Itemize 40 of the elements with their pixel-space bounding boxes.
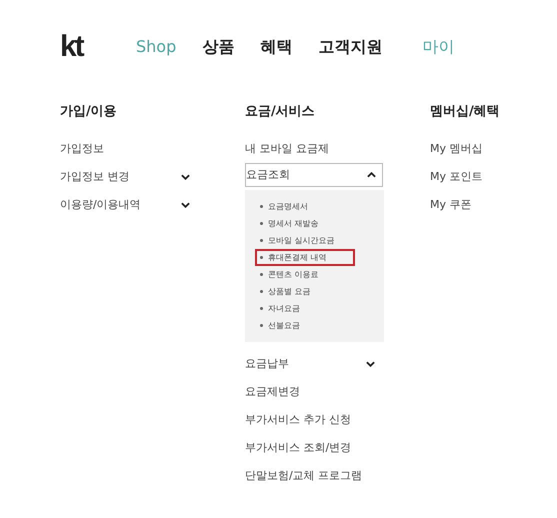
bullet-icon [260,222,263,225]
bullet-icon [260,256,263,259]
column-heading: 가입/이용 [60,103,117,121]
menu-link[interactable]: My 포인트 [430,163,482,191]
nav-link[interactable]: 고객지원 [318,36,382,58]
submenu-link[interactable]: 휴대폰결제 내역 [255,249,355,266]
menu-link[interactable]: 내 모바일 요금제 [245,135,329,163]
logo[interactable]: kt [60,30,136,64]
menu-link[interactable]: 부가서비스 추가 신청 [245,406,351,434]
bullet-icon [260,290,263,293]
submenu-link[interactable]: 상품별 요금 [255,283,355,300]
bullet-icon [260,273,263,276]
toggle-label: 요금납부 [245,356,289,372]
column-heading: 요금/서비스 [245,103,315,121]
submenu-link[interactable]: 선불요금 [255,317,355,334]
menu-link[interactable]: 가입정보 [60,135,104,163]
menu-link[interactable]: 요금제변경 [245,378,300,406]
bullet-icon [260,205,263,208]
toggle-label: 가입정보 변경 [60,169,130,185]
column-heading: 멤버십/혜택 [430,103,500,121]
nav-link[interactable]: 혜택 [260,36,292,58]
menu-link[interactable]: 단말보험/교체 프로그램 [245,462,362,490]
nav-link[interactable]: 상품 [202,36,234,58]
menu-link[interactable]: My 쿠폰 [430,191,472,219]
submenu-link[interactable]: 명세서 재발송 [255,215,355,232]
submenu-link[interactable]: 자녀요금 [255,300,355,317]
menu-toggle[interactable]: 요금조회 [245,163,383,187]
bullet-icon [260,324,263,327]
toggle-label: 이용량/이용내역 [60,197,141,213]
menu-toggle[interactable]: 이용량/이용내역 [60,191,190,219]
menu-link[interactable]: My 멤버십 [430,135,482,163]
menu-toggle[interactable]: 가입정보 변경 [60,163,190,191]
bullet-icon [260,239,263,242]
toggle-label: 요금조회 [246,167,290,183]
submenu-link[interactable]: 요금명세서 [255,198,355,215]
bullet-icon [260,307,263,310]
submenu-link[interactable]: 콘텐츠 이용료 [255,266,355,283]
menu-toggle[interactable]: 요금납부 [245,350,375,378]
submenu-link[interactable]: 모바일 실시간요금 [255,232,355,249]
menu-link[interactable]: 부가서비스 조회/변경 [245,434,352,462]
